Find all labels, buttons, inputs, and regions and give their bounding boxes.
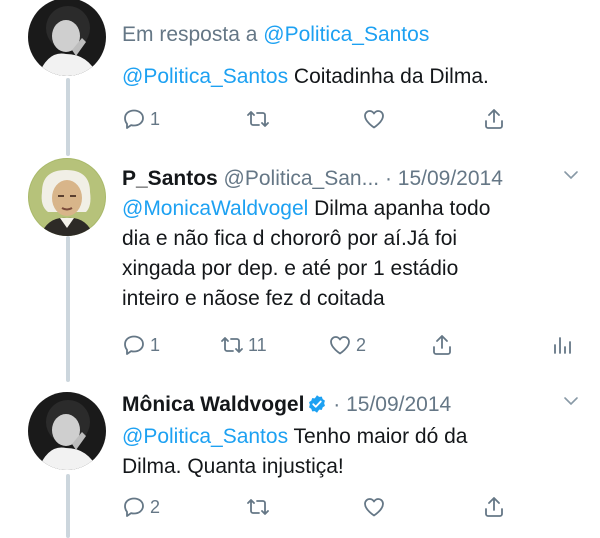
- like-button[interactable]: [362, 492, 390, 522]
- tweet-text-line: Dilma. Quanta injustiça!: [122, 455, 344, 478]
- tweet-text-content: Coitadinha da Dilma.: [288, 65, 489, 88]
- display-name[interactable]: P_Santos: [122, 167, 218, 190]
- separator-dot: ·: [384, 167, 392, 190]
- avatar[interactable]: [28, 0, 106, 76]
- reply-icon: [124, 497, 144, 517]
- retweet-icon: [247, 499, 269, 515]
- display-name[interactable]: Mônica Waldvogel: [122, 393, 304, 416]
- retweet-button[interactable]: 11: [220, 330, 267, 360]
- like-button[interactable]: [362, 104, 390, 134]
- analytics-icon: [554, 337, 571, 354]
- tweet[interactable]: Mônica Waldvogel · 15/09/2014 @Politica_…: [0, 378, 600, 538]
- analytics-button[interactable]: [550, 330, 574, 360]
- avatar-image: [28, 0, 106, 76]
- share-button[interactable]: [482, 104, 506, 134]
- chevron-down-icon[interactable]: [562, 166, 580, 184]
- mention-link[interactable]: @Politica_Santos: [122, 65, 288, 88]
- reply-icon: [124, 335, 144, 355]
- retweet-count: 11: [248, 334, 267, 355]
- tweet-actions: 2: [122, 492, 582, 522]
- share-icon: [485, 109, 503, 129]
- reply-prefix: Em resposta a: [122, 23, 258, 46]
- tweet-actions: 1: [122, 104, 582, 134]
- tweet-date[interactable]: 15/09/2014: [346, 393, 451, 416]
- share-icon: [485, 497, 503, 517]
- tweet-header: P_Santos @Politica_San... · 15/09/2014: [122, 164, 580, 194]
- tweet-text: @Politica_Santos Tenho maior dó da Dilma…: [122, 422, 562, 482]
- reply-count: 2: [150, 496, 161, 517]
- retweet-button[interactable]: [246, 492, 274, 522]
- avatar-image: [28, 392, 106, 470]
- like-button[interactable]: 2: [328, 330, 366, 360]
- retweet-button[interactable]: [246, 104, 274, 134]
- tweet-text-line: dia e não fica d chororô por aí.Já foi: [122, 227, 458, 250]
- retweet-icon: [247, 111, 269, 127]
- reply-handle-link[interactable]: @Politica_Santos: [263, 23, 429, 46]
- tweet-text-line: Dilma apanha todo: [308, 197, 491, 220]
- tweet-text: @MonicaWaldvogel Dilma apanha todo dia e…: [122, 194, 562, 314]
- tweet-text-line: inteiro e nãose fez d coitada: [122, 287, 385, 310]
- share-icon: [433, 335, 451, 355]
- like-count: 2: [356, 334, 367, 355]
- share-button[interactable]: [430, 330, 454, 360]
- share-button[interactable]: [482, 492, 506, 522]
- heart-icon: [330, 336, 350, 355]
- tweet[interactable]: P_Santos @Politica_San... · 15/09/2014 @…: [0, 150, 600, 378]
- reply-count: 1: [150, 334, 161, 355]
- reply-count: 1: [150, 108, 161, 129]
- reply-button[interactable]: 1: [122, 330, 160, 360]
- avatar[interactable]: [28, 392, 106, 470]
- avatar-image: [28, 158, 106, 236]
- mention-link[interactable]: @Politica_Santos: [122, 425, 288, 448]
- tweet-date[interactable]: 15/09/2014: [398, 167, 503, 190]
- tweet-actions: 1 11 2: [122, 330, 582, 360]
- tweet-header: Mônica Waldvogel · 15/09/2014: [122, 390, 580, 420]
- tweet-text-line: Tenho maior dó da: [288, 425, 468, 448]
- tweet-text: @Politica_Santos Coitadinha da Dilma.: [122, 62, 562, 92]
- retweet-icon: [221, 337, 243, 353]
- tweet[interactable]: Em resposta a @Politica_Santos @Politica…: [0, 0, 600, 150]
- reply-context: Em resposta a @Politica_Santos: [122, 20, 429, 50]
- verified-badge-icon: [309, 395, 326, 413]
- tweet-text-line: xingada por dep. e até por 1 estádio: [122, 257, 459, 280]
- reply-icon: [124, 109, 144, 129]
- separator-dot: ·: [333, 393, 341, 416]
- heart-icon: [364, 110, 384, 129]
- reply-button[interactable]: 1: [122, 104, 160, 134]
- chevron-down-icon[interactable]: [562, 392, 580, 410]
- mention-link[interactable]: @MonicaWaldvogel: [122, 197, 308, 220]
- user-handle[interactable]: @Politica_San...: [224, 167, 380, 190]
- avatar[interactable]: [28, 158, 106, 236]
- reply-button[interactable]: 2: [122, 492, 160, 522]
- heart-icon: [364, 498, 384, 517]
